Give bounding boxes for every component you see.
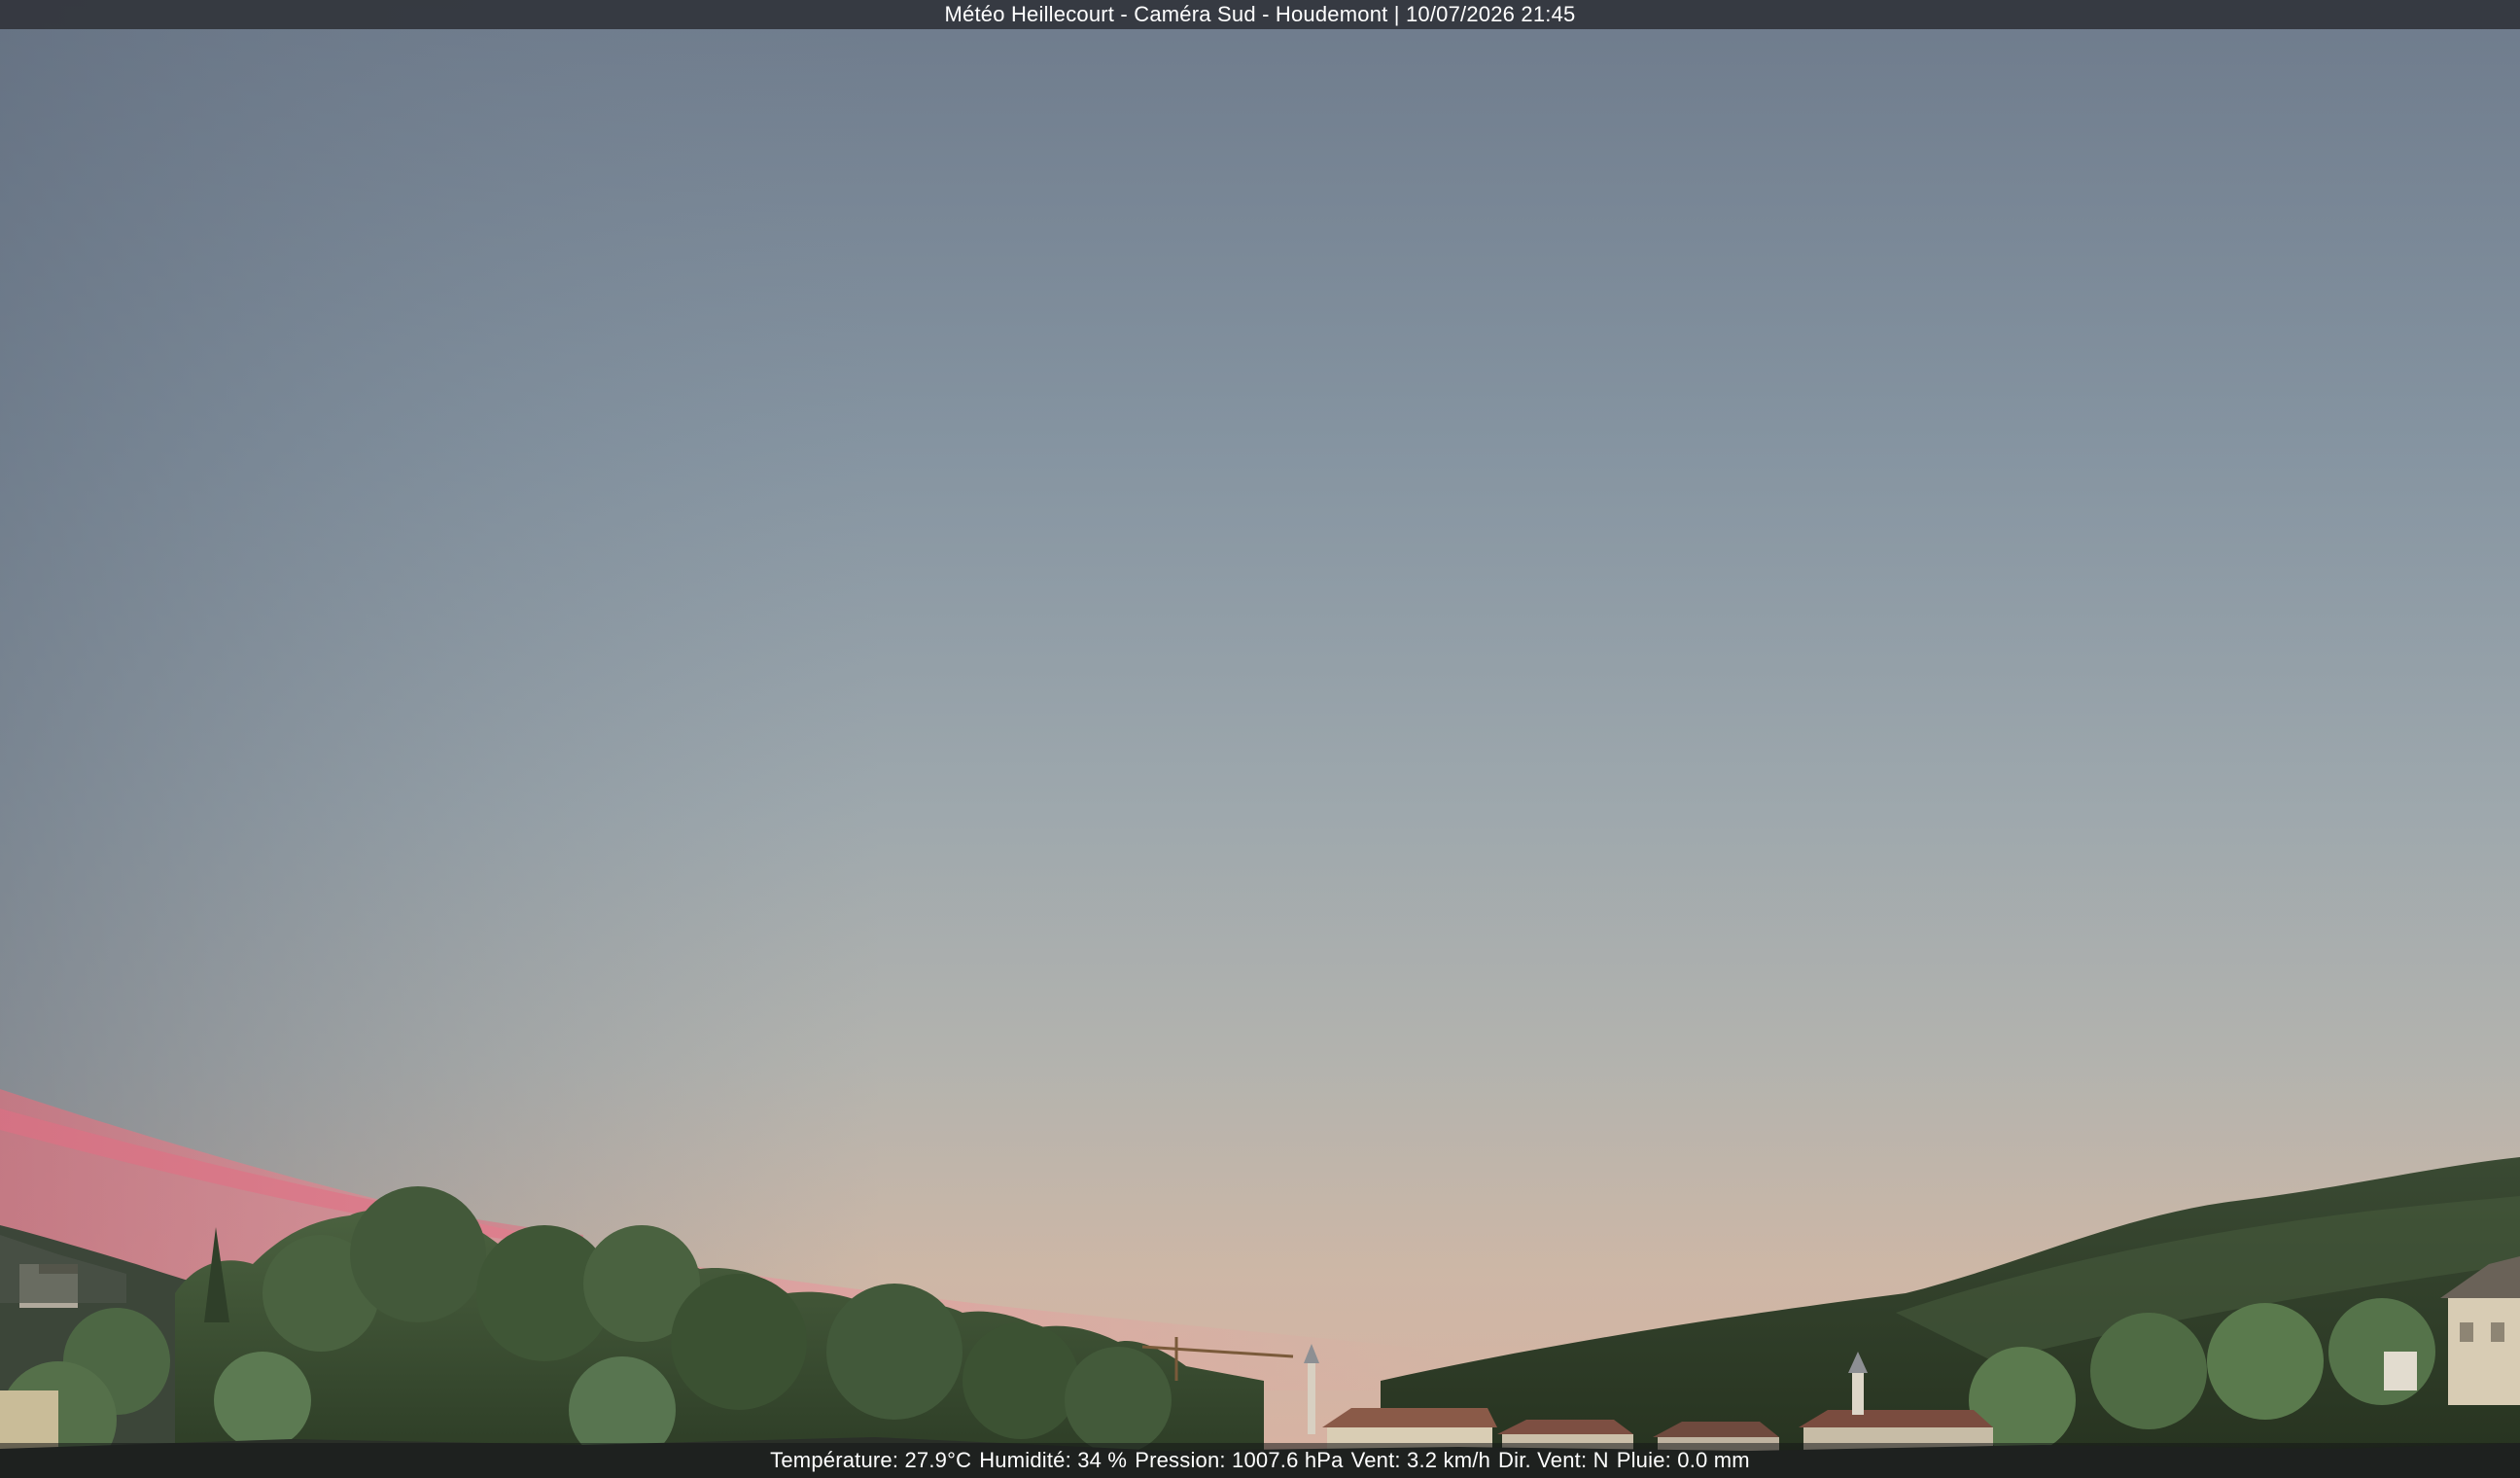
temperature-reading: Température: 27.9°C: [770, 1448, 971, 1473]
wind-direction-value: N: [1592, 1448, 1609, 1472]
weather-info-bar: Température: 27.9°C Humidité: 34 % Press…: [0, 1443, 2520, 1478]
rain-reading: Pluie: 0.0 mm: [1617, 1448, 1750, 1473]
temperature-label: Température:: [770, 1448, 899, 1472]
humidity-reading: Humidité: 34 %: [979, 1448, 1127, 1473]
pressure-label: Pression:: [1135, 1448, 1226, 1472]
tree-crown: [2090, 1313, 2207, 1429]
tree-crown: [826, 1284, 962, 1420]
tree-crown: [350, 1186, 486, 1322]
webcam-scene: [0, 0, 2520, 1478]
pressure-reading: Pression: 1007.6 hPa: [1135, 1448, 1343, 1473]
wind-direction-reading: Dir. Vent: N: [1498, 1448, 1609, 1473]
tree-crown: [671, 1274, 807, 1410]
camera-title: Météo Heillecourt - Caméra Sud - Houdemo…: [944, 2, 1576, 26]
wind-value: 3.2 km/h: [1407, 1448, 1491, 1472]
rain-value: 0.0 mm: [1677, 1448, 1750, 1472]
humidity-label: Humidité:: [979, 1448, 1071, 1472]
tree-crown: [1065, 1347, 1172, 1454]
humidity-value: 34 %: [1077, 1448, 1128, 1472]
wind-direction-label: Dir. Vent:: [1498, 1448, 1588, 1472]
wind-label: Vent:: [1350, 1448, 1401, 1472]
webcam-frame: Météo Heillecourt - Caméra Sud - Houdemo…: [0, 0, 2520, 1478]
tree-crown: [2328, 1298, 2435, 1405]
tree-crown: [2207, 1303, 2324, 1420]
pressure-value: 1007.6 hPa: [1232, 1448, 1344, 1472]
tree-crown: [962, 1322, 1079, 1439]
wind-reading: Vent: 3.2 km/h: [1351, 1448, 1490, 1473]
temperature-value: 27.9°C: [904, 1448, 972, 1472]
camera-title-bar: Météo Heillecourt - Caméra Sud - Houdemo…: [0, 0, 2520, 29]
tree-crown: [214, 1352, 311, 1449]
rain-label: Pluie:: [1616, 1448, 1671, 1472]
